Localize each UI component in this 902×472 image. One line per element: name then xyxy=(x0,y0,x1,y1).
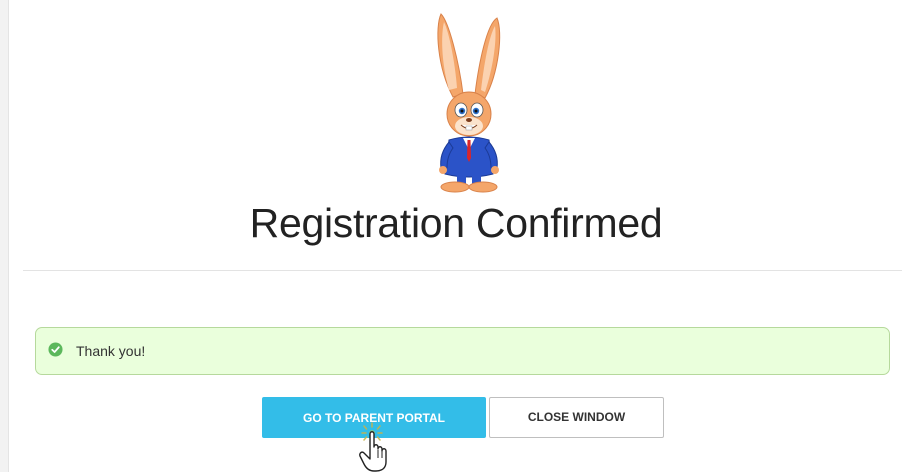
confirmation-card: Registration Confirmed Thank you! GO TO … xyxy=(8,0,902,472)
check-circle-icon xyxy=(48,342,63,357)
close-window-button[interactable]: CLOSE WINDOW xyxy=(489,397,664,438)
hand-pointer-icon xyxy=(359,422,387,472)
bunny-mascot-icon xyxy=(437,13,501,193)
alert-message: Thank you! xyxy=(76,343,146,359)
page-title: Registration Confirmed xyxy=(249,200,663,246)
divider xyxy=(23,270,902,271)
success-alert: Thank you! xyxy=(35,327,890,375)
